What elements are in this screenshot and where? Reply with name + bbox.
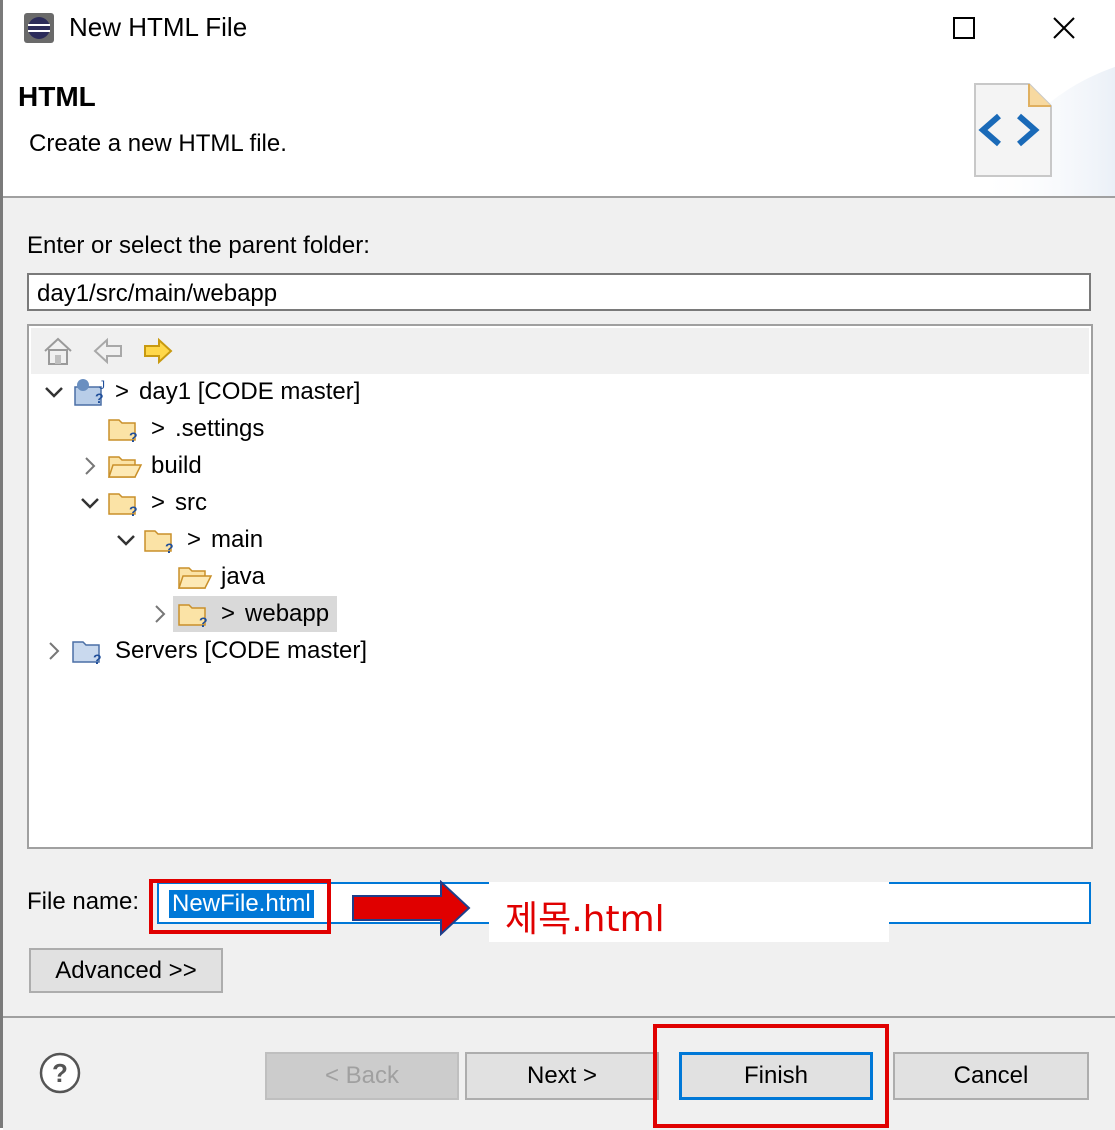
home-icon[interactable] <box>41 334 75 368</box>
chevron-right-icon[interactable] <box>147 601 173 627</box>
prefix: > <box>221 600 236 627</box>
file-name-label: File name: <box>27 888 140 915</box>
file-name-highlight-box <box>149 879 331 934</box>
maximize-button[interactable] <box>919 0 1009 56</box>
tree-item-label: .settings <box>175 415 265 442</box>
wizard-header: HTML Create a new HTML file. <box>3 56 1115 198</box>
parent-folder-label: Enter or select the parent folder: <box>27 232 370 259</box>
minimize-icon <box>854 16 878 40</box>
advanced-button[interactable]: Advanced >> <box>29 948 223 993</box>
html-file-icon <box>974 83 1052 177</box>
tree-toolbar <box>31 328 1089 374</box>
tree-item-servers[interactable]: ? Servers [CODE master] <box>41 633 367 669</box>
finish-highlight-box <box>653 1024 889 1128</box>
close-button[interactable] <box>1019 0 1109 56</box>
folder-icon <box>107 456 143 478</box>
svg-text:?: ? <box>199 614 208 629</box>
cancel-button[interactable]: Cancel <box>893 1052 1089 1100</box>
help-icon[interactable]: ? <box>39 1052 81 1094</box>
selection-highlight: ? > webapp <box>173 596 338 632</box>
tree-item-label: webapp <box>245 600 330 627</box>
tree-item-webapp[interactable]: ? > webapp <box>147 596 338 632</box>
svg-text:?: ? <box>129 503 138 518</box>
folder-icon: ? <box>108 493 138 518</box>
project-folder-icon: ? <box>72 641 102 666</box>
folder-tree[interactable]: ? J > day1 [CODE master] ? > .settings b… <box>27 324 1093 849</box>
back-arrow-icon[interactable] <box>91 334 125 368</box>
eclipse-app-icon <box>24 13 54 43</box>
prefix: > <box>187 526 202 553</box>
folder-icon <box>177 567 213 589</box>
window-title: New HTML File <box>69 12 248 42</box>
prefix: > <box>151 415 166 442</box>
svg-text:?: ? <box>165 540 174 555</box>
folder-icon: ? <box>178 604 208 629</box>
chevron-down-icon[interactable] <box>41 379 67 405</box>
tree-item-day1[interactable]: ? J > day1 [CODE master] <box>41 374 360 410</box>
chevron-down-icon[interactable] <box>77 490 103 516</box>
tree-item-java[interactable]: java <box>147 559 265 595</box>
tree-item-settings[interactable]: ? > .settings <box>77 411 264 447</box>
tree-item-build[interactable]: build <box>77 448 202 484</box>
svg-text:?: ? <box>93 651 102 666</box>
minimize-button[interactable] <box>821 0 911 56</box>
close-icon <box>1053 17 1075 39</box>
title-bar: New HTML File <box>3 0 1115 56</box>
tree-item-label: main <box>211 526 264 553</box>
page-description: Create a new HTML file. <box>29 130 287 157</box>
tree-item-main[interactable]: ? > main <box>113 522 263 558</box>
chevron-right-icon[interactable] <box>77 453 103 479</box>
annotation-box: 제목.html <box>489 882 889 942</box>
next-button[interactable]: Next > <box>465 1052 659 1100</box>
project-icon: ? J <box>74 378 105 406</box>
folder-icon: ? <box>144 530 174 555</box>
tree-item-label: build <box>151 452 202 479</box>
new-html-file-dialog: New HTML File HTML Create a new HTML fil… <box>0 0 1115 1130</box>
tree-item-label: Servers [CODE master] <box>115 637 368 664</box>
svg-text:?: ? <box>129 429 138 444</box>
page-title: HTML <box>18 81 96 112</box>
svg-text:J: J <box>99 378 105 392</box>
folder-icon: ? <box>108 419 138 444</box>
forward-arrow-icon[interactable] <box>141 334 175 368</box>
back-button[interactable]: < Back <box>265 1052 459 1100</box>
prefix: > <box>115 378 130 405</box>
maximize-icon <box>953 17 975 39</box>
chevron-down-icon[interactable] <box>113 527 139 553</box>
annotation-text: 제목.html <box>505 899 665 940</box>
prefix: > <box>151 489 166 516</box>
wizard-body: Enter or select the parent folder: day1/… <box>3 198 1115 1016</box>
tree-item-src[interactable]: ? > src <box>77 485 207 521</box>
svg-text:?: ? <box>95 390 104 406</box>
annotation-arrow-icon <box>352 880 471 936</box>
svg-text:?: ? <box>52 1058 68 1088</box>
wizard-footer: ? < Back Next > Finish Cancel <box>3 1016 1115 1130</box>
tree-item-label: day1 [CODE master] <box>139 378 361 405</box>
parent-folder-input[interactable]: day1/src/main/webapp <box>27 273 1091 311</box>
chevron-right-icon[interactable] <box>41 638 67 664</box>
tree-item-label: src <box>175 489 208 516</box>
tree-item-label: java <box>221 563 266 590</box>
